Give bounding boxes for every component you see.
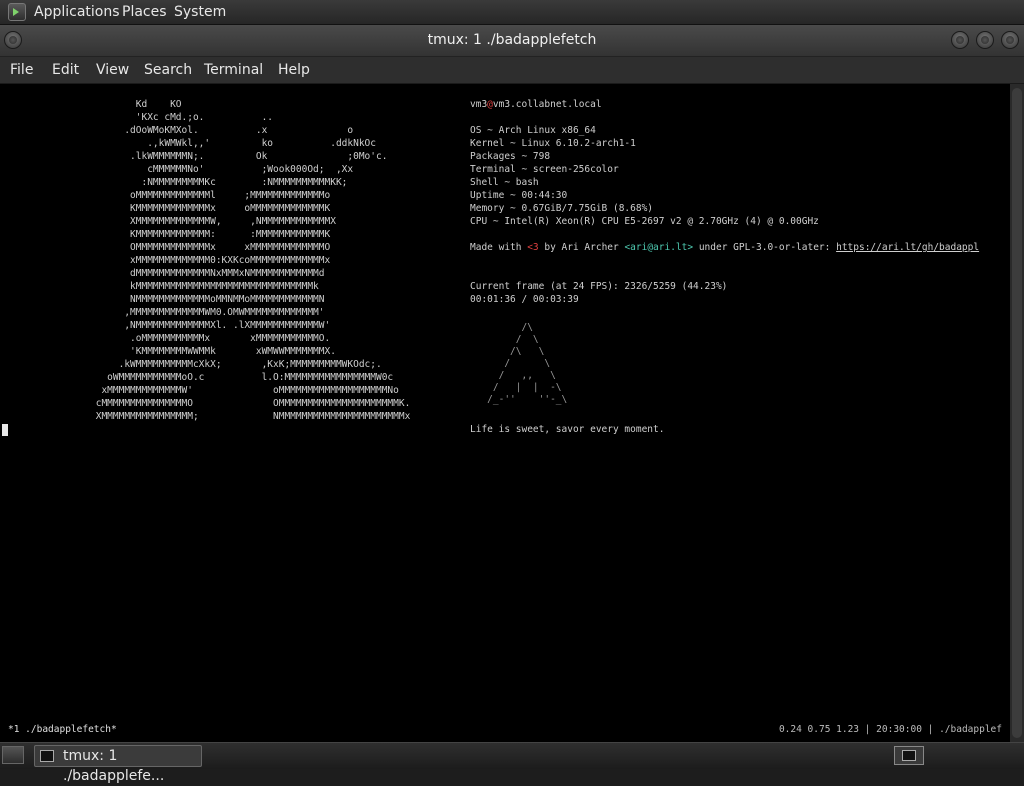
applications-logo-icon[interactable] xyxy=(8,3,26,21)
menu-edit[interactable]: Edit xyxy=(52,57,79,83)
ascii-art-line: cMMMMMMMMMMMMMMMO OMMMMMMMMMMMMMMMMMMMMM… xyxy=(90,398,411,409)
panel-menu-system[interactable]: System xyxy=(174,0,226,24)
ascii-art-line: NMMMMMMMMMMMMMoMMNMMoMMMMMMMMMMMMN xyxy=(90,294,325,305)
logo-art-line: / \ xyxy=(470,358,551,369)
ascii-art-line: cMMMMMMNo' ;Wook000Od; ,Xx xyxy=(90,164,354,175)
ascii-art-line: ,MMMMMMMMMMMMMWM0.OMWMMMMMMMMMMMMM' xyxy=(90,307,325,318)
logo-art-line: / ,, \ xyxy=(470,370,556,381)
ascii-art-line: oMMMMMMMMMMMMMl ;MMMMMMMMMMMMMo xyxy=(90,190,331,201)
fetch-memory: Memory ~ 0.67GiB/7.75GiB (8.68%) xyxy=(470,203,654,214)
logo-art-line: /\ xyxy=(470,322,533,333)
fetch-cpu: CPU ~ Intel(R) Xeon(R) CPU E5-2697 v2 @ … xyxy=(470,216,819,227)
ascii-art-line: .oMMMMMMMMMMMx xMMMMMMMMMMMO. xyxy=(90,333,331,344)
ascii-art-line: OMMMMMMMMMMMMMx xMMMMMMMMMMMMMO xyxy=(90,242,331,253)
fetch-frame: Current frame (at 24 FPS): 2326/5259 (44… xyxy=(470,281,728,292)
fetch-header: vm3@vm3.collabnet.local xyxy=(470,99,602,110)
logo-art-line: /_-'' ''-_\ xyxy=(470,394,568,405)
logo-art-line: / | | -\ xyxy=(470,382,562,393)
logo-art-line: /\ \ xyxy=(470,346,545,357)
ascii-art-line: 'KXc cMd.;o. .. xyxy=(90,112,274,123)
menu-terminal[interactable]: Terminal xyxy=(204,57,263,83)
fetch-time: 00:01:36 / 00:03:39 xyxy=(470,294,579,305)
ascii-art-line: xMMMMMMMMMMMMMW' oMMMMMMMMMMMMMMMMMMMNo xyxy=(90,385,399,396)
ascii-art-line: .,kWMWkl,,' ko .ddkNkOc xyxy=(90,138,376,149)
menu-file[interactable]: File xyxy=(10,57,33,83)
project-link[interactable]: https://ari.lt/gh/badappl xyxy=(836,242,979,253)
tmux-status-right: 0.24 0.75 1.23 | 20:30:00 | ./badapplef xyxy=(778,724,1002,735)
show-desktop-icon[interactable] xyxy=(2,746,24,764)
ascii-art-line: dMMMMMMMMMMMMMNxMMMxNMMMMMMMMMMMMd xyxy=(90,268,325,279)
fetch-motto: Life is sweet, savor every moment. xyxy=(470,424,665,435)
ascii-art-line: 'KMMMMMMMMWWMMk xWMWWMMMMMMMX. xyxy=(90,346,336,357)
ascii-art-line: oWMMMMMMMMMMMoO.c l.O:MMMMMMMMMMMMMMMMW0… xyxy=(90,372,394,383)
window-title: tmux: 1 ./badapplefetch xyxy=(427,32,597,48)
terminal-icon xyxy=(40,750,54,762)
panel-menu-applications[interactable]: Applications xyxy=(34,0,120,24)
tmux-window-label[interactable]: *1 ./badapplefetch* xyxy=(8,724,117,736)
menu-help[interactable]: Help xyxy=(278,57,310,83)
ascii-art-line: Kd KO xyxy=(90,99,182,110)
taskbar-item-label: tmux: 1 ./badapplefe... xyxy=(63,748,165,784)
fetch-terminal: Terminal ~ screen-256color xyxy=(470,164,619,175)
fetch-made-with: Made with <3 by Ari Archer <ari@ari.lt> … xyxy=(470,242,980,253)
maximize-button[interactable] xyxy=(976,31,994,49)
ascii-art-line: .kWMMMMMMMMMMcXkX; ,KxK;MMMMMMMMMWKOdc;. xyxy=(90,359,382,370)
ascii-art: Kd KO 'KXc cMd.;o. .. .dOoWMoKMXol. .x o… xyxy=(90,98,411,423)
menu-view[interactable]: View xyxy=(96,57,129,83)
workspace-switcher[interactable] xyxy=(894,746,924,765)
fetch-kernel: Kernel ~ Linux 6.10.2-arch1-1 xyxy=(470,138,636,149)
terminal-scrollbar[interactable] xyxy=(1010,84,1024,742)
fetch-os: OS ~ Arch Linux x86_64 xyxy=(470,125,596,136)
window-titlebar[interactable]: tmux: 1 ./badapplefetch xyxy=(0,25,1024,57)
panel-menu-places[interactable]: Places xyxy=(122,0,167,24)
ascii-art-line: KMMMMMMMMMMMMM: :MMMMMMMMMMMMK xyxy=(90,229,331,240)
ascii-art-line: .lkWMMMMMMN;. Ok ;0Mo'c. xyxy=(90,151,388,162)
ascii-art-line: XMMMMMMMMMMMMMMMM; NMMMMMMMMMMMMMMMMMMMM… xyxy=(90,411,411,422)
fetch-shell: Shell ~ bash xyxy=(470,177,539,188)
ascii-art-line: xMMMMMMMMMMMMM0:KXKcoMMMMMMMMMMMMMx xyxy=(90,255,331,266)
scrollbar-thumb[interactable] xyxy=(1012,88,1022,738)
menubar: File Edit View Search Terminal Help xyxy=(0,57,1024,84)
fetch-uptime: Uptime ~ 00:44:30 xyxy=(470,190,568,201)
ascii-art-line: XMMMMMMMMMMMMMW, ,NMMMMMMMMMMMMX xyxy=(90,216,336,227)
minimize-button[interactable] xyxy=(951,31,969,49)
arch-logo-art: /\ / \ /\ \ / \ / ,, \ / | | -\ /_-'' ''… xyxy=(470,322,567,406)
terminal-area[interactable]: Kd KO 'KXc cMd.;o. .. .dOoWMoKMXol. .x o… xyxy=(0,84,1010,742)
close-button[interactable] xyxy=(1001,31,1019,49)
top-panel: Applications Places System xyxy=(0,0,1024,25)
logo-art-line: / \ xyxy=(470,334,539,345)
ascii-art-line: KMMMMMMMMMMMMMx oMMMMMMMMMMMMMK xyxy=(90,203,331,214)
ascii-art-line: .dOoWMoKMXol. .x o xyxy=(90,125,354,136)
workspace-window-icon xyxy=(902,750,916,761)
ascii-art-line: :NMMMMMMMMMKc :NMMMMMMMMMMKK; xyxy=(90,177,348,188)
taskbar-item-terminal[interactable]: tmux: 1 ./badapplefe... xyxy=(34,745,202,784)
terminal-cursor xyxy=(2,424,8,436)
fetch-packages: Packages ~ 798 xyxy=(470,151,551,162)
menu-search[interactable]: Search xyxy=(144,57,192,83)
ascii-art-line: kMMMMMMMMMMMMMMMMMMMMMMMMMMMMMMMk xyxy=(90,281,319,292)
ascii-art-line: ,NMMMMMMMMMMMMMXl. .lXMMMMMMMMMMMMW' xyxy=(90,320,331,331)
bottom-taskbar: tmux: 1 ./badapplefe... xyxy=(0,742,1024,784)
